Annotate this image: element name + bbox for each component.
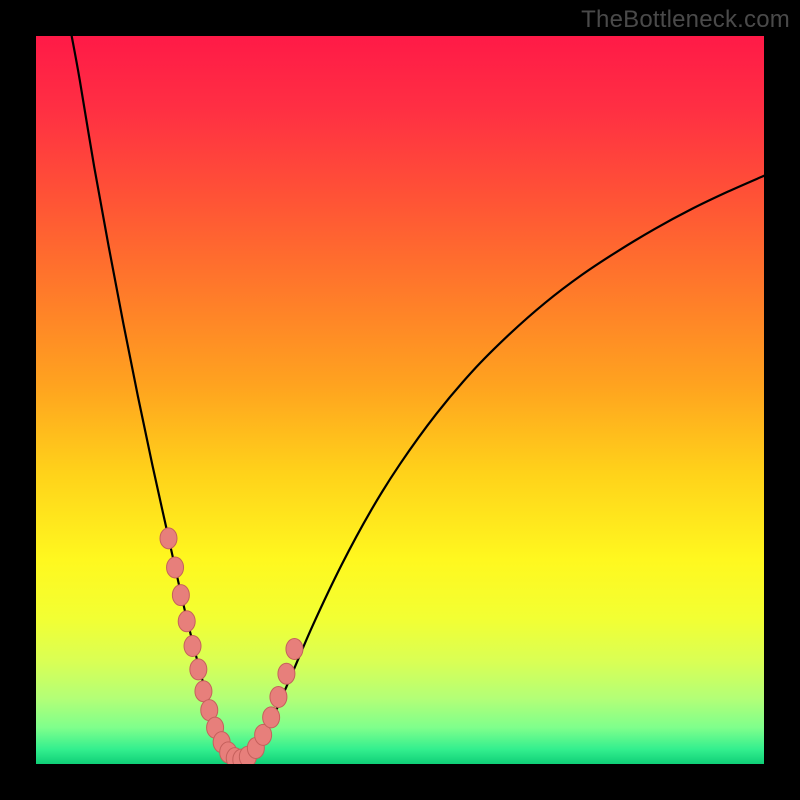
watermark-text: TheBottleneck.com — [581, 6, 790, 34]
curve-marker — [178, 611, 195, 632]
curve-layer — [36, 36, 764, 764]
curve-marker — [263, 707, 280, 728]
curve-marker — [167, 557, 184, 578]
curve-marker — [270, 687, 287, 708]
curve-marker — [278, 663, 295, 684]
bottleneck-curve — [72, 36, 764, 761]
curve-marker — [286, 638, 303, 659]
curve-marker — [190, 659, 207, 680]
plot-area — [36, 36, 764, 764]
chart-frame: TheBottleneck.com — [0, 0, 800, 800]
curve-markers — [160, 528, 303, 764]
curve-marker — [184, 636, 201, 657]
curve-marker — [172, 585, 189, 606]
curve-marker — [160, 528, 177, 549]
curve-marker — [195, 681, 212, 702]
